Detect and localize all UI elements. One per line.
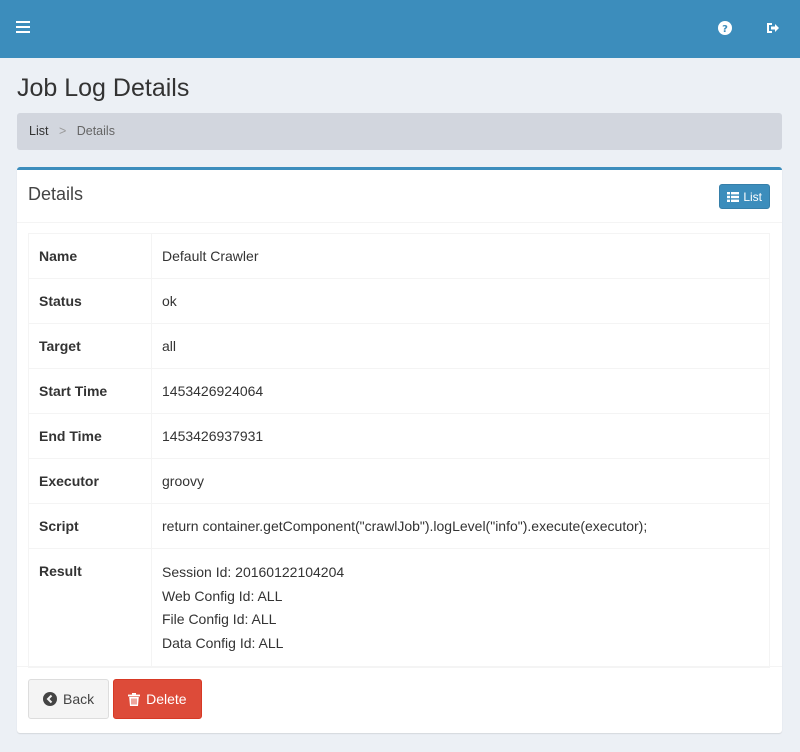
row-label-end-time: End Time: [28, 413, 152, 459]
table-row: End Time 1453426937931: [28, 413, 770, 459]
result-web-config-id: Web Config Id: ALL: [162, 587, 283, 604]
row-label-result: Result: [28, 548, 152, 668]
details-box: Details List Name Default Crawler Status…: [17, 167, 782, 733]
result-file-config-id: File Config Id: ALL: [162, 611, 277, 627]
back-button-label: Back: [63, 691, 95, 707]
row-value-end-time: 1453426937931: [151, 413, 770, 459]
question-circle-icon[interactable]: ?: [718, 21, 734, 37]
table-row: Status ok: [28, 278, 770, 324]
breadcrumb-current: Details: [76, 124, 115, 138]
svg-text:?: ?: [722, 24, 728, 35]
row-label-target: Target: [28, 323, 152, 369]
row-value-executor: groovy: [151, 458, 770, 504]
row-label-status: Status: [28, 278, 152, 324]
table-row: Result Session Id: 20160122104204 Web Co…: [28, 548, 770, 668]
table-row: Script return container.getComponent("cr…: [28, 503, 770, 549]
result-data-config-id: Data Config Id: ALL: [162, 634, 284, 651]
list-icon: [727, 191, 740, 202]
row-value-result: Session Id: 20160122104204 Web Config Id…: [151, 548, 770, 668]
trash-icon: [128, 692, 141, 706]
table-row: Executor groovy: [28, 458, 770, 504]
row-label-script: Script: [28, 503, 152, 549]
row-value-start-time: 1453426924064: [151, 368, 770, 414]
delete-button[interactable]: Delete: [113, 679, 202, 719]
breadcrumb-separator: >: [58, 124, 67, 138]
back-button[interactable]: Back: [28, 679, 110, 719]
table-row: Start Time 1453426924064: [28, 368, 770, 414]
row-value-script: return container.getComponent("crawlJob"…: [151, 503, 770, 549]
row-value-status: ok: [151, 278, 770, 324]
table-row: Target all: [28, 323, 770, 369]
row-value-target: all: [151, 323, 770, 369]
box-title: Details: [28, 184, 84, 204]
list-button-label: List: [743, 189, 762, 204]
result-session-id: Session Id: 20160122104204: [162, 564, 345, 580]
breadcrumb-list-link[interactable]: List: [29, 124, 48, 138]
details-table: Name Default Crawler Status ok Target al…: [28, 233, 770, 668]
top-navbar: ?: [0, 0, 800, 58]
row-label-executor: Executor: [28, 458, 152, 504]
list-button[interactable]: List: [719, 184, 770, 209]
box-header: Details List: [17, 170, 782, 223]
box-footer: Back Delete: [17, 666, 782, 733]
delete-button-label: Delete: [146, 691, 187, 707]
page-title: Job Log Details: [17, 74, 190, 102]
row-label-name: Name: [28, 233, 152, 279]
menu-icon[interactable]: [16, 21, 30, 33]
sign-out-icon[interactable]: [766, 21, 782, 37]
breadcrumb: List > Details: [17, 113, 782, 150]
table-row: Name Default Crawler: [28, 233, 770, 279]
row-label-start-time: Start Time: [28, 368, 152, 414]
arrow-circle-left-icon: [43, 692, 57, 706]
row-value-name: Default Crawler: [151, 233, 770, 279]
